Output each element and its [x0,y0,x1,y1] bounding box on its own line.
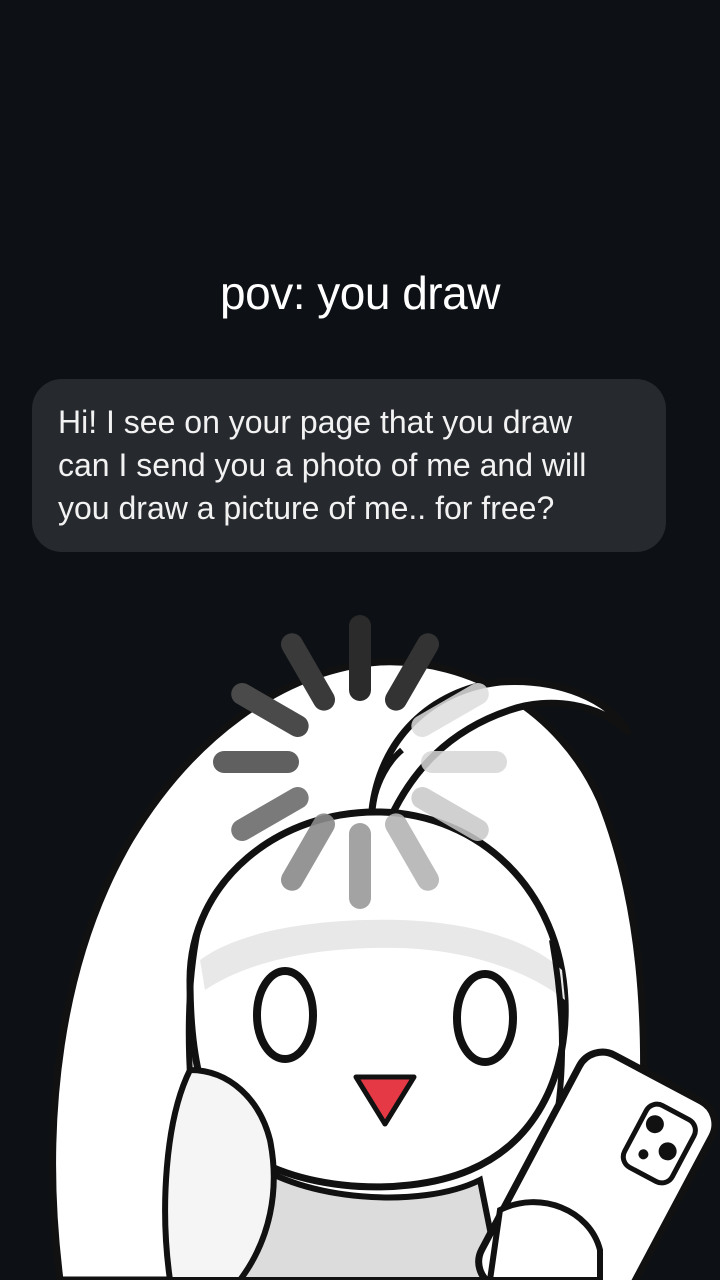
message-line: Hi! I see on your page that you draw [58,404,573,440]
right-eye [453,970,517,1066]
overlay-caption: pov: you draw [220,267,500,319]
loading-spinner-icon [213,615,507,909]
message-line: you draw a picture of me.. for free? [58,490,555,526]
video-frame: pov: you draw Hi! I see on your page tha… [0,0,720,1280]
message-bubble: Hi! I see on your page that you draw can… [32,379,666,552]
left-eye [253,967,317,1063]
message-line: can I send you a photo of me and will [58,447,587,483]
